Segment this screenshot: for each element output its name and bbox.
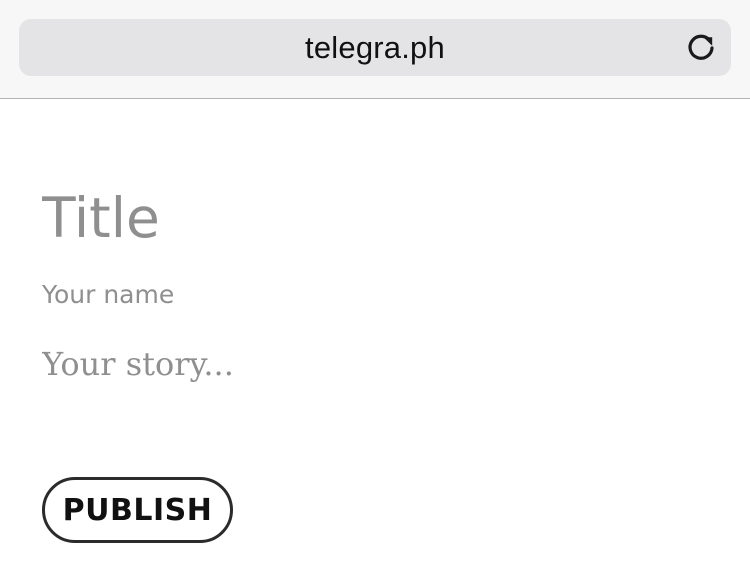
browser-toolbar: telegra.ph [0,0,750,99]
address-bar[interactable]: telegra.ph [19,19,731,76]
title-input[interactable] [42,183,702,253]
author-name-input[interactable] [42,277,702,311]
publish-button[interactable]: PUBLISH [42,477,233,543]
reload-icon[interactable] [683,29,719,65]
address-bar-url[interactable]: telegra.ph [19,19,731,76]
reload-icon-graphic [688,34,714,60]
story-input[interactable] [42,340,702,388]
